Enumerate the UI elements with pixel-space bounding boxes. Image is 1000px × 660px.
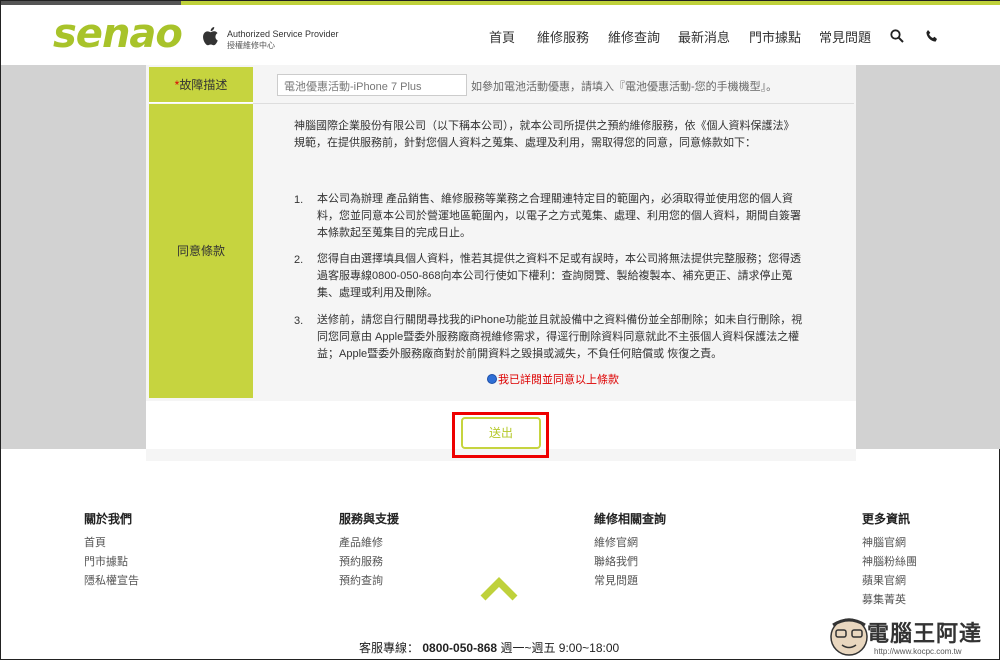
agree-terms-label: 我已詳閱並同意以上條款 xyxy=(498,374,619,386)
footer-link[interactable]: 門市據點 xyxy=(84,553,128,569)
provider-subtitle: 授權維修中心 xyxy=(227,41,275,50)
senao-logo[interactable]: senao xyxy=(53,11,183,57)
apple-icon xyxy=(203,27,218,46)
nav-faq[interactable]: 常見問題 xyxy=(819,27,871,47)
footer-heading: 關於我們 xyxy=(84,512,133,526)
nav-home[interactable]: 首頁 xyxy=(489,27,515,47)
hotline: 客服專線： 0800-050-868 週一~週五 9:00~18:00 xyxy=(359,639,619,656)
provider-title: Authorized Service Provider xyxy=(227,29,339,39)
term-line: 同您同意由 Apple暨委外服務廠商視維修需求，得逕行刪除資料同意就此不主張個人… xyxy=(317,331,800,343)
footer-heading: 服務與支援 xyxy=(339,512,400,526)
footer-link[interactable]: 神腦官網 xyxy=(862,534,906,550)
hotline-number[interactable]: 0800-050-868 xyxy=(422,641,497,655)
watermark-text: 電腦王阿達 xyxy=(867,622,983,647)
term-line: 本公司為辦理 產品銷售、維修服務等業務之合理關連特定目的範圍內，必須取得並使用您… xyxy=(317,193,794,205)
footer-link[interactable]: 首頁 xyxy=(84,534,106,550)
nav-repair-query[interactable]: 維修查詢 xyxy=(608,27,660,47)
nav-store-locations[interactable]: 門市據點 xyxy=(749,27,801,47)
footer-link[interactable]: 預約服務 xyxy=(339,553,383,569)
term-line: 料，您並同意本公司於營運地區範圍內，以電子之方式蒐集、處理、利用您的個人資料，期… xyxy=(317,210,801,222)
terms-intro-line: 規範，在提供服務前，針對您個人資料之蒐集、處理及利用，需取得您的同意，同意條款如… xyxy=(294,137,756,149)
term-line: 集、處理或利用及刪除。 xyxy=(317,287,438,299)
fault-description-label: *故障描述 xyxy=(149,67,253,103)
back-to-top-icon[interactable] xyxy=(479,574,519,602)
nav-repair-service[interactable]: 維修服務 xyxy=(537,27,589,47)
agree-terms-radio[interactable]: 我已詳閱並同意以上條款 xyxy=(487,371,619,387)
fault-description-hint: 如參加電池活動優惠，請填入『電池優惠活動-您的手機機型』。 xyxy=(471,81,778,93)
footer-link[interactable]: 隱私權宣告 xyxy=(84,572,139,588)
footer-link[interactable]: 蘋果官網 xyxy=(862,572,906,588)
footer-link[interactable]: 神腦粉絲團 xyxy=(862,553,917,569)
provider-text: Authorized Service Provider 授權維修中心 xyxy=(227,29,339,51)
row-divider xyxy=(253,103,854,104)
search-icon[interactable] xyxy=(890,29,904,43)
term-number: 2. xyxy=(294,254,304,266)
footer-heading: 維修相關查詢 xyxy=(594,512,667,526)
site-header: senao Authorized Service Provider 授權維修中心… xyxy=(1,5,1000,65)
radio-icon[interactable] xyxy=(487,374,497,384)
footer-link[interactable]: 產品維修 xyxy=(339,534,383,550)
term-line: 過客服專線0800-050-868向本公司行使如下權利：查詢閱覽、製給複製本、補… xyxy=(317,270,793,282)
footer-link[interactable]: 預約查詢 xyxy=(339,572,383,588)
submit-button[interactable]: 送出 xyxy=(461,417,541,449)
hotline-label: 客服專線： xyxy=(359,641,420,655)
fault-description-input[interactable]: 電池優惠活動-iPhone 7 Plus xyxy=(277,74,467,96)
term-number: 1. xyxy=(294,194,304,206)
term-line: 益；Apple暨委外服務廠商對於前開資料之毀損或滅失，不負任何賠償或 恢復之責。 xyxy=(317,348,723,360)
fault-label-text: 故障描述 xyxy=(179,78,228,92)
hotline-hours: 週一~週五 9:00~18:00 xyxy=(500,641,620,655)
footer-link[interactable]: 聯絡我們 xyxy=(594,553,638,569)
phone-icon[interactable] xyxy=(925,29,939,43)
term-number: 3. xyxy=(294,315,304,327)
watermark-url: http://www.kocpc.com.tw xyxy=(874,647,962,656)
footer-link[interactable]: 常見問題 xyxy=(594,572,638,588)
term-line: 送修前，請您自行關閉尋找我的iPhone功能並且就設備中之資料備份並全部刪除；如… xyxy=(317,314,803,326)
terms-intro-line: 神腦國際企業股份有限公司（以下稱本公司），就本公司所提供之預約維修服務，依《個人… xyxy=(294,120,795,132)
term-line: 您得自由選擇填具個人資料，惟若其提供之資料不足或有誤時，本公司將無法提供完整服務… xyxy=(317,253,801,265)
footer-heading: 更多資訊 xyxy=(862,512,911,526)
nav-news[interactable]: 最新消息 xyxy=(678,27,730,47)
footer-link[interactable]: 維修官網 xyxy=(594,534,638,550)
terms-label: 同意條款 xyxy=(149,104,253,398)
footer-link[interactable]: 募集菁英 xyxy=(862,591,906,607)
term-line: 本條款起至蒐集目的完成日止。 xyxy=(317,227,471,239)
